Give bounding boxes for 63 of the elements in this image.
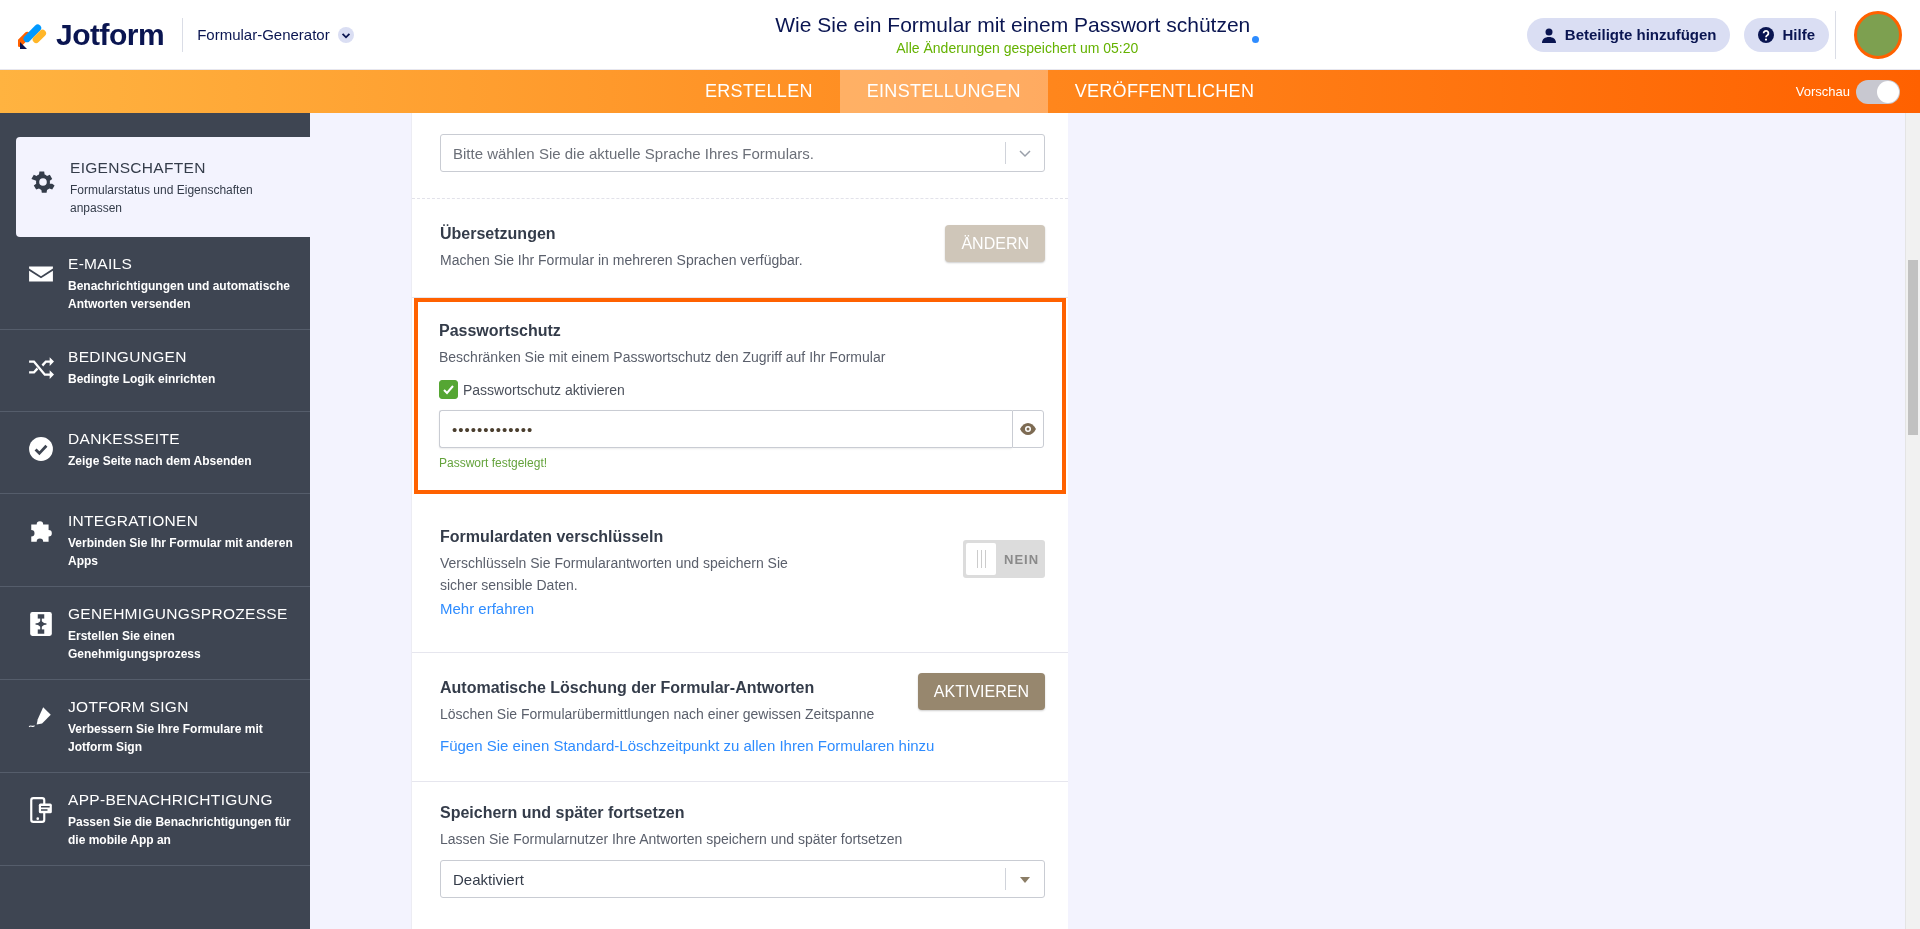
section-description: Lassen Sie Formularnutzer Ihre Antworten speichern und später fortsetzen (440, 830, 904, 849)
sidebar-item[interactable]: DANKESSEITE Zeige Seite nach dem Absenden (0, 412, 310, 494)
section-description: Verschlüsseln Sie Formularantworten und speichern Sie sicher sensible Daten. (440, 554, 789, 595)
sidebar-item-title: JOTFORM SIGN (68, 698, 190, 716)
section-title: Speichern und später fortsetzen (440, 804, 686, 822)
avatar[interactable] (1854, 10, 1902, 59)
checkmark-icon (442, 383, 455, 396)
password-field[interactable]: ••••••••••••• (439, 410, 1012, 448)
status-dot (1252, 36, 1260, 43)
activate-button[interactable]: AKTIVIEREN (917, 673, 1045, 710)
sidebar-item-description: Erstellen Sie einen Genehmigungsprozess (68, 628, 202, 663)
section-description: Löschen Sie Formularübermittlungen nach einer gewissen Zeitspanne (440, 705, 876, 724)
dropdown[interactable]: Deaktiviert (440, 860, 1045, 898)
sidebar-item-description: Bedingte Logik einrichten (68, 371, 217, 388)
sidebar-item-description: Zeige Seite nach dem Absenden (68, 453, 253, 470)
checkbox[interactable] (439, 380, 458, 399)
add-collaborators-button[interactable]: Beteiligte hinzufügen (1526, 17, 1731, 52)
preview-label: Vorschau (1795, 84, 1850, 99)
section-title: Passwortschutz (439, 322, 562, 340)
caret-icon (337, 26, 354, 43)
sidebar-item-description: Passen Sie die Benachrichtigungen für die mobile App an (68, 814, 292, 849)
sidebar-item[interactable]: E-MAILS Benachrichtigungen und automatische Antworten versenden (0, 237, 310, 330)
section-description: Machen Sie Ihr Formular in mehreren Sprachen verfügbar. (440, 251, 804, 270)
section-title: Übersetzungen (440, 225, 557, 243)
logo-text[interactable]: Jotform (56, 17, 165, 52)
puzzle-icon (28, 518, 54, 544)
sidebar-item[interactable]: INTEGRATIONEN Verbinden Sie Ihr Formular mit anderen Apps (0, 494, 310, 587)
sidebar-item-description: Verbinden Sie Ihr Formular mit anderen Apps (68, 535, 294, 570)
section-title: Automatische Löschung der Formular-Antworten (440, 679, 816, 697)
sidebar-item[interactable]: EIGENSCHAFTEN Formularstatus und Eigenschaften anpassen (16, 137, 310, 237)
sidebar-item-title: APP-BENACHRICHTIGUNG (68, 791, 274, 809)
builder-menu[interactable]: Formular-Generator (182, 17, 368, 52)
sidebar-item-description: Benachrichtigungen und automatische Antworten versenden (68, 278, 292, 313)
password-status: Passwort festgelegt! (439, 456, 549, 470)
save-status: Alle Änderungen gespeichert um 05:20 (896, 40, 1139, 56)
scrollbar[interactable] (1905, 113, 1920, 929)
preview-toggle[interactable] (1856, 79, 1900, 104)
help-button[interactable]: Hilfe (1744, 17, 1829, 52)
sidebar-item-description: Formularstatus und Eigenschaften anpassen (70, 182, 254, 217)
form-title[interactable]: Wie Sie ein Formular mit einem Passwort schützen (775, 13, 1251, 37)
section-title: Formulardaten verschlüsseln (440, 528, 665, 546)
sidebar-item-title: BEDINGUNGEN (68, 348, 188, 366)
sidebar-item-title: INTEGRATIONEN (68, 512, 200, 530)
sidebar-item-title: EIGENSCHAFTEN (70, 159, 207, 177)
sidebar-item[interactable]: GENEHMIGUNGSPROZESSE Erstellen Sie einen Genehmigungsprozess (0, 587, 310, 680)
sidebar-item[interactable]: BEDINGUNGEN Bedingte Logik einrichten (0, 330, 310, 412)
phone-icon (28, 797, 54, 823)
gear-icon (30, 169, 56, 195)
show-password-button[interactable] (1012, 410, 1044, 448)
sidebar-item-title: GENEHMIGUNGSPROZESSE (68, 605, 289, 623)
sidebar-item-title: E-MAILS (68, 255, 134, 273)
dropdown[interactable]: Bitte wählen Sie die aktuelle Sprache Ihres Formulars. (440, 134, 1045, 172)
section-description: Beschränken Sie mit einem Passwortschutz den Zugriff auf Ihr Formular (439, 348, 887, 367)
person-icon (1540, 26, 1557, 43)
checkmark-icon (28, 436, 54, 462)
checkbox-label: Passwortschutz aktivieren (463, 381, 625, 398)
sidebar-item-description: Verbessern Sie Ihre Formulare mit Jotform Sign (68, 721, 264, 756)
help-icon (1758, 26, 1775, 43)
flowchart-icon (28, 611, 54, 637)
sidebar-item[interactable]: JOTFORM SIGN Verbessern Sie Ihre Formulare mit Jotform Sign (0, 680, 310, 773)
eye-icon (1019, 420, 1037, 438)
sidebar-item[interactable]: APP-BENACHRICHTIGUNG Passen Sie die Benachrichtigungen für die mobile App an (0, 773, 310, 866)
sidebar-item-title: DANKESSEITE (68, 430, 181, 448)
